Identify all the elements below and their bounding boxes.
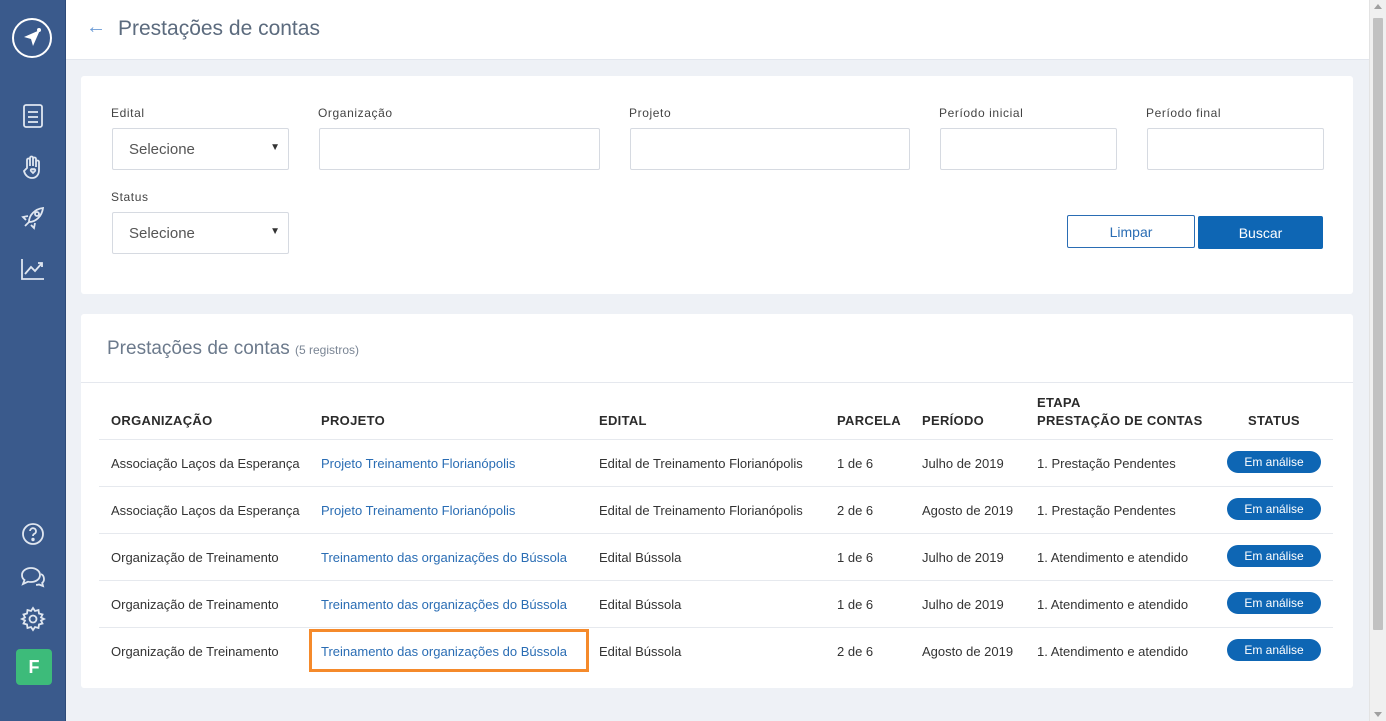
periodo-final-label: Período final	[1146, 106, 1222, 120]
edital-select-value: Selecione	[129, 141, 195, 158]
divider	[81, 382, 1353, 383]
row-divider	[99, 580, 1333, 581]
arrow-left-icon[interactable]: ←	[86, 16, 106, 39]
results-count: (5 registros)	[295, 343, 360, 357]
header-status[interactable]: STATUS	[1248, 413, 1300, 428]
cell-edital: Edital Bússola	[599, 644, 682, 659]
status-select-value: Selecione	[129, 225, 195, 242]
cell-organizacao: Organização de Treinamento	[111, 550, 279, 565]
document-icon[interactable]	[19, 102, 47, 130]
header-edital[interactable]: EDITAL	[599, 413, 647, 428]
results-title: Prestações de contas (5 registros)	[107, 338, 359, 360]
highlight-box	[309, 629, 589, 672]
status-select[interactable]: Selecione ▼	[112, 212, 289, 254]
status-badge: Em análise	[1227, 639, 1321, 661]
periodo-inicial-label: Período inicial	[939, 106, 1024, 120]
cell-etapa: 1. Atendimento e atendido	[1037, 644, 1189, 659]
gear-icon[interactable]	[19, 605, 47, 633]
scroll-thumb[interactable]	[1373, 18, 1383, 630]
vertical-scrollbar[interactable]	[1369, 0, 1386, 721]
cell-parcela: 1 de 6	[837, 456, 874, 471]
cell-organizacao: Associação Laços da Esperança	[111, 456, 300, 471]
periodo-inicial-input[interactable]	[940, 128, 1117, 170]
cell-periodo: Agosto de 2019	[922, 503, 1014, 518]
status-badge: Em análise	[1227, 545, 1321, 567]
sidebar: F	[0, 0, 66, 721]
avatar[interactable]: F	[16, 649, 52, 685]
row-divider	[99, 486, 1333, 487]
cell-edital: Edital Bússola	[599, 597, 682, 612]
cell-organizacao: Associação Laços da Esperança	[111, 503, 300, 518]
cell-periodo: Julho de 2019	[922, 597, 1004, 612]
chat-icon[interactable]	[19, 563, 47, 591]
row-divider	[99, 627, 1333, 628]
chevron-down-icon: ▼	[270, 142, 280, 153]
scroll-up-icon[interactable]	[1374, 4, 1382, 9]
cell-parcela: 1 de 6	[837, 550, 874, 565]
help-icon[interactable]	[19, 520, 47, 548]
cell-periodo: Julho de 2019	[922, 550, 1004, 565]
periodo-final-input[interactable]	[1147, 128, 1324, 170]
page-title: Prestações de contas	[118, 17, 320, 40]
row-divider	[99, 439, 1333, 440]
cell-periodo: Julho de 2019	[922, 456, 1004, 471]
compass-logo-icon[interactable]	[12, 18, 52, 58]
cell-etapa: 1. Prestação Pendentes	[1037, 456, 1176, 471]
header-etapa-line2[interactable]: PRESTAÇÃO DE CONTAS	[1037, 413, 1203, 428]
row-divider	[99, 533, 1333, 534]
rocket-icon[interactable]	[19, 204, 47, 232]
cell-organizacao: Organização de Treinamento	[111, 644, 279, 659]
hand-heart-icon[interactable]	[19, 153, 47, 181]
cell-projeto-link[interactable]: Projeto Treinamento Florianópolis	[321, 503, 515, 518]
cell-projeto-link[interactable]: Treinamento das organizações do Bússola	[321, 550, 567, 565]
status-label: Status	[111, 190, 149, 204]
edital-label: Edital	[111, 106, 145, 120]
cell-edital: Edital Bússola	[599, 550, 682, 565]
cell-etapa: 1. Atendimento e atendido	[1037, 597, 1189, 612]
top-header: ← Prestações de contas	[66, 0, 1369, 60]
cell-organizacao: Organização de Treinamento	[111, 597, 279, 612]
organizacao-label: Organização	[318, 106, 393, 120]
clear-button[interactable]: Limpar	[1067, 215, 1195, 248]
cell-projeto-link[interactable]: Treinamento das organizações do Bússola	[321, 597, 567, 612]
chart-line-icon[interactable]	[19, 255, 47, 283]
header-organizacao[interactable]: ORGANIZAÇÃO	[111, 413, 213, 428]
cell-parcela: 1 de 6	[837, 597, 874, 612]
projeto-label: Projeto	[629, 106, 672, 120]
cell-parcela: 2 de 6	[837, 503, 874, 518]
status-badge: Em análise	[1227, 592, 1321, 614]
organizacao-input[interactable]	[319, 128, 600, 170]
header-parcela[interactable]: PARCELA	[837, 413, 901, 428]
filter-panel: Edital Selecione ▼ Organização Projeto P…	[81, 76, 1353, 294]
header-periodo[interactable]: PERÍODO	[922, 413, 984, 428]
cell-edital: Edital de Treinamento Florianópolis	[599, 503, 803, 518]
cell-periodo: Agosto de 2019	[922, 644, 1014, 659]
results-panel: Prestações de contas (5 registros) ORGAN…	[81, 314, 1353, 688]
header-projeto[interactable]: PROJETO	[321, 413, 385, 428]
header-etapa-line1[interactable]: ETAPA	[1037, 395, 1081, 410]
cell-edital: Edital de Treinamento Florianópolis	[599, 456, 803, 471]
projeto-input[interactable]	[630, 128, 910, 170]
cell-parcela: 2 de 6	[837, 644, 874, 659]
results-title-text: Prestações de contas	[107, 338, 290, 359]
edital-select[interactable]: Selecione ▼	[112, 128, 289, 170]
chevron-down-icon: ▼	[270, 226, 280, 237]
cell-projeto-link[interactable]: Projeto Treinamento Florianópolis	[321, 456, 515, 471]
scroll-down-icon[interactable]	[1374, 712, 1382, 717]
status-badge: Em análise	[1227, 498, 1321, 520]
cell-etapa: 1. Prestação Pendentes	[1037, 503, 1176, 518]
search-button[interactable]: Buscar	[1198, 216, 1323, 249]
cell-etapa: 1. Atendimento e atendido	[1037, 550, 1189, 565]
status-badge: Em análise	[1227, 451, 1321, 473]
